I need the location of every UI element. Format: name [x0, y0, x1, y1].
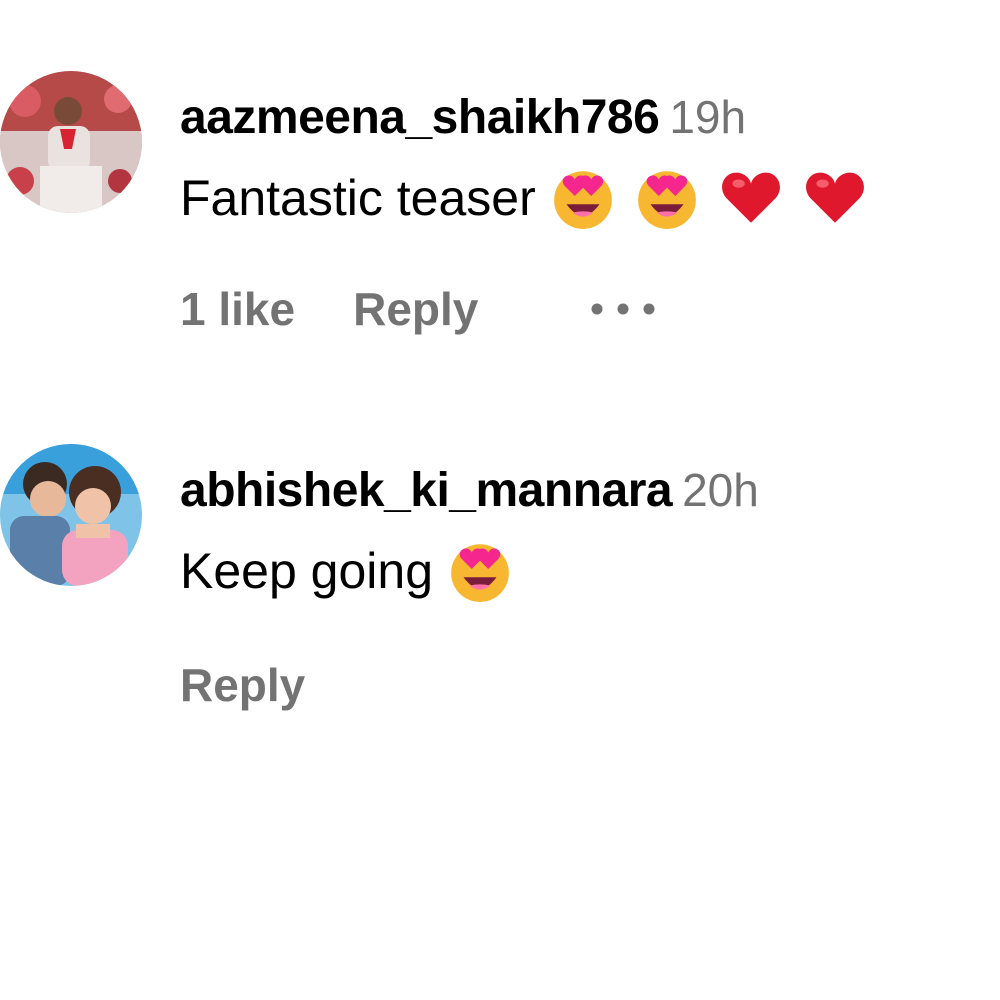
avatar-image [0, 444, 142, 586]
comment-body: Fantastic teaser [180, 165, 886, 231]
username[interactable]: abhishek_ki_mannara [180, 464, 673, 517]
comments-list: aazmeena_shaikh78619h Fantastic teaser [0, 0, 1000, 1000]
comment-header: abhishek_ki_mannara 20h [180, 467, 759, 515]
comment-text: Keep going [180, 543, 434, 599]
timestamp[interactable]: 19h [669, 91, 746, 143]
red-heart-icon [805, 172, 864, 223]
reply-button[interactable]: Reply [353, 286, 478, 332]
heart-eyes-icon [637, 171, 696, 229]
more-options-icon[interactable] [588, 299, 658, 319]
heart-eyes-icon [451, 544, 509, 602]
comment-actions: Reply [180, 662, 305, 708]
username[interactable]: aazmeena_shaikh786 [180, 91, 660, 144]
comment-actions: 1 like Reply [180, 286, 658, 332]
like-count[interactable]: 1 like [180, 286, 295, 332]
red-heart-icon [721, 172, 780, 223]
comment-header: aazmeena_shaikh786 19h [180, 94, 746, 142]
avatar[interactable] [0, 71, 142, 213]
comment-text: Fantastic teaser [180, 170, 536, 226]
heart-eyes-icon [553, 171, 612, 229]
avatar-image [0, 71, 142, 213]
timestamp[interactable]: 20h [682, 464, 759, 516]
comment-body: Keep going [180, 538, 531, 604]
reply-button[interactable]: Reply [180, 662, 305, 708]
avatar[interactable] [0, 444, 142, 586]
